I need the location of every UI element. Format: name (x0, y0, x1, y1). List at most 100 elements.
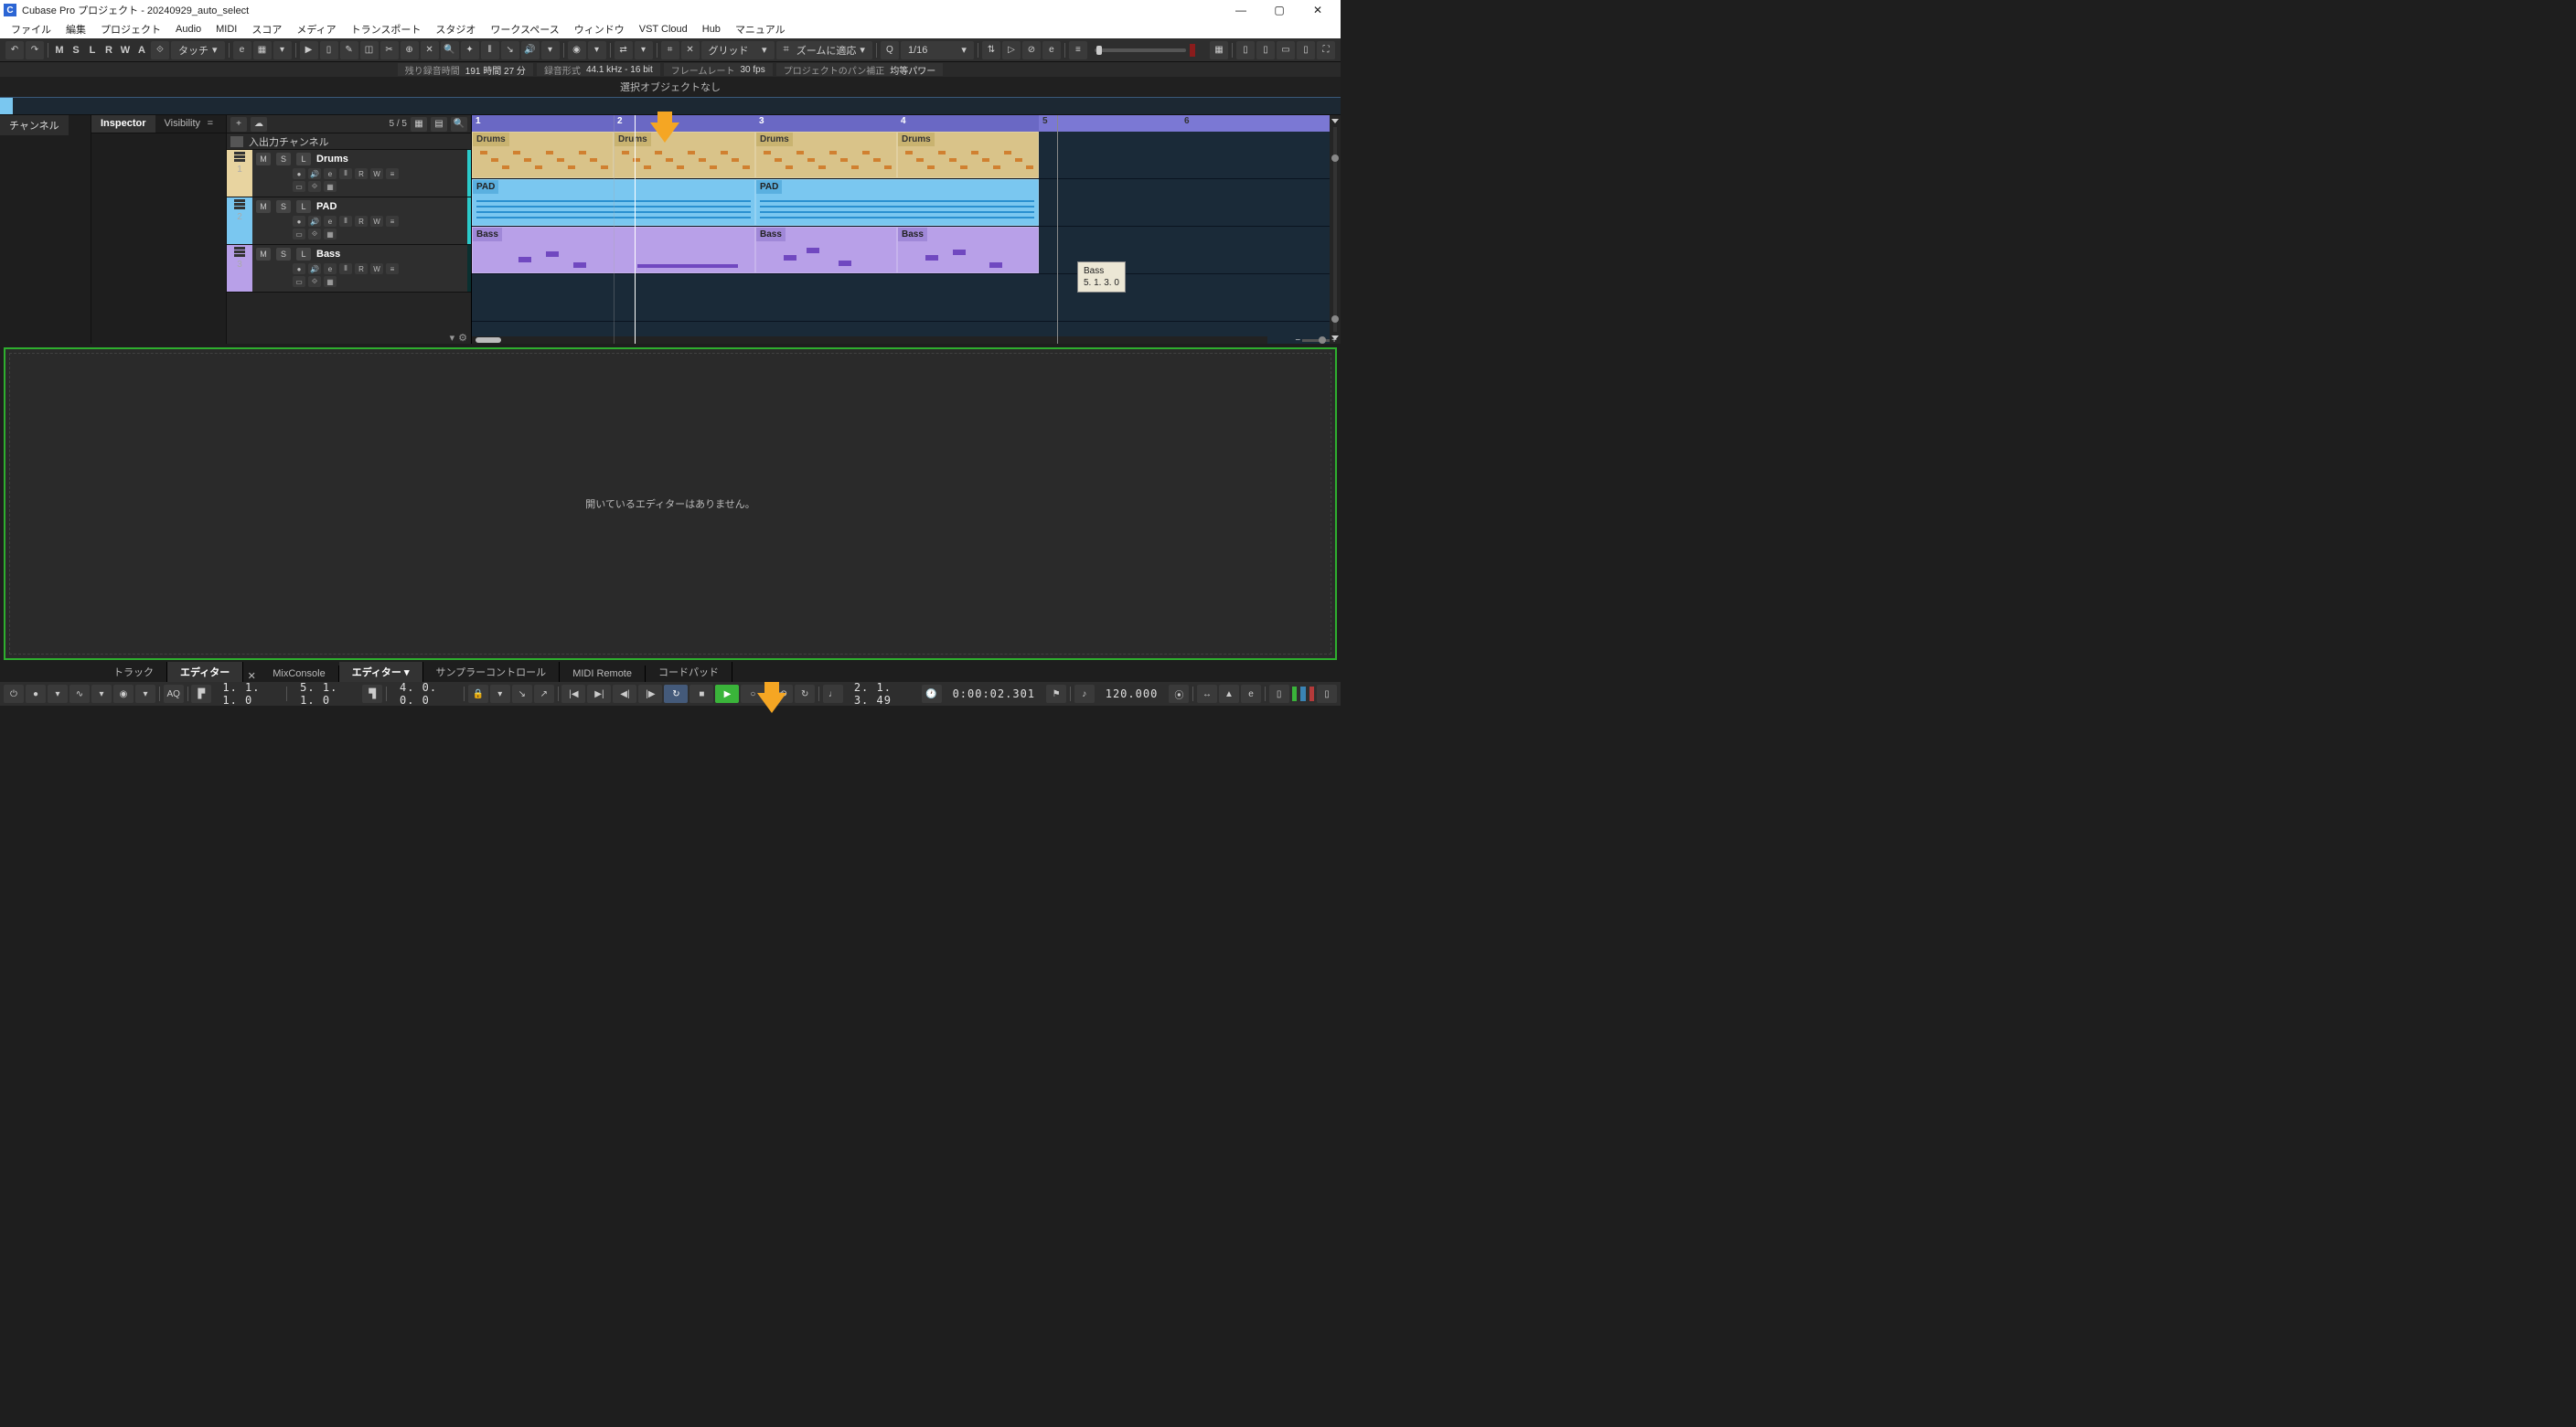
track-write-button[interactable]: W (370, 168, 383, 179)
rewind-button[interactable]: ◀| (613, 685, 636, 703)
tp-wave-dropdown[interactable]: ▾ (91, 685, 112, 703)
filter-button[interactable]: ▦ (411, 117, 427, 132)
stop-button[interactable]: ■ (689, 685, 713, 703)
track-row[interactable]: 1 M S L Drums ● 🔊 e ⦀ R W ≡ (227, 150, 471, 197)
sync-button[interactable]: ↔ (1197, 685, 1217, 703)
snap-toggle[interactable]: ⌗ (661, 41, 679, 59)
split-tool[interactable]: ✂ (380, 41, 399, 59)
menu-file[interactable]: ファイル (4, 22, 59, 37)
track-row[interactable]: 2 M S L PAD ● 🔊 e ⦀ R W ≡ ▭ (227, 197, 471, 245)
zoom-adapt-selector[interactable]: ⌗ズームに適応 ▾ (776, 41, 872, 59)
tab-midi-remote[interactable]: MIDI Remote (560, 666, 646, 682)
track-inserts-button[interactable]: ⦀ (339, 168, 352, 179)
menu-transport[interactable]: トランスポート (344, 22, 429, 37)
time-format-button[interactable]: ♩ (823, 685, 843, 703)
ruler[interactable]: 1 2 3 4 5 6 (472, 115, 1341, 132)
quantize-selector[interactable]: 1/16 ▾ (901, 41, 974, 59)
menu-manual[interactable]: マニュアル (728, 22, 793, 37)
select-tool[interactable]: ▶ (300, 41, 318, 59)
track-record-button[interactable]: ● (293, 216, 305, 227)
write-button[interactable]: W (118, 41, 133, 59)
automation-button[interactable]: A (134, 41, 149, 59)
tempo-display[interactable]: 120.000 (1096, 687, 1168, 700)
snap-type-selector[interactable]: グリッド ▾ (701, 41, 775, 59)
toolbar-icon-2[interactable]: ▷ (1002, 41, 1021, 59)
track-solo-button[interactable]: S (276, 200, 291, 213)
glue-tool[interactable]: ⊕ (401, 41, 419, 59)
suspend-autoscroll-button[interactable]: ▦ (253, 41, 272, 59)
track-solo-button[interactable]: S (276, 248, 291, 261)
part-drums[interactable]: Drums (755, 132, 897, 178)
track-mute-button[interactable]: M (256, 200, 271, 213)
draw-tool[interactable]: ✎ (340, 41, 358, 59)
locator-flag-right[interactable]: ▜ (362, 685, 382, 703)
tracklist-settings-icon[interactable]: ⚙ (458, 332, 467, 344)
arrange-hscroll[interactable] (472, 336, 1267, 344)
menu-hub[interactable]: Hub (695, 24, 728, 35)
redo-button[interactable]: ↷ (26, 41, 44, 59)
track-menu-button[interactable]: ≡ (386, 263, 399, 274)
line-tool[interactable]: ↘ (501, 41, 519, 59)
track-name[interactable]: Bass (316, 249, 340, 260)
cycle-button[interactable]: ↻ (664, 685, 688, 703)
track-monitor-button[interactable]: 🔊 (308, 168, 321, 179)
menu-studio[interactable]: スタジオ (428, 22, 483, 37)
menu-workspace[interactable]: ワークスペース (483, 22, 566, 37)
tp-midi-mode[interactable]: ◉ (113, 685, 134, 703)
track-extra-3[interactable]: ▦ (324, 181, 337, 192)
track-monitor-button[interactable]: 🔊 (308, 263, 321, 274)
color-tool[interactable]: ▾ (541, 41, 560, 59)
track-mute-button[interactable]: M (256, 248, 271, 261)
menu-midi[interactable]: MIDI (208, 24, 244, 35)
track-edit-button[interactable]: e (324, 168, 337, 179)
track-extra-2[interactable]: ⟐ (308, 276, 321, 287)
track-menu-button[interactable]: ≡ (386, 216, 399, 227)
vzoom-slider[interactable] (1333, 127, 1337, 332)
track-read-button[interactable]: R (355, 263, 368, 274)
play-tool[interactable]: 🔊 (521, 41, 540, 59)
tp-rec-dropdown[interactable]: ▾ (48, 685, 68, 703)
punch-dropdown[interactable]: ▾ (490, 685, 510, 703)
track-edit-button[interactable]: e (324, 216, 337, 227)
zone-a-toggle[interactable]: ▯ (1236, 41, 1255, 59)
clock-icon[interactable]: 🕐 (922, 685, 942, 703)
track-name[interactable]: Drums (316, 154, 348, 165)
track-write-button[interactable]: W (370, 216, 383, 227)
track-listen-button[interactable]: L (296, 153, 311, 165)
track-name[interactable]: PAD (316, 201, 337, 212)
track-mute-button[interactable]: M (256, 153, 271, 165)
play-button[interactable]: ▶ (715, 685, 739, 703)
inspector-tab[interactable]: Inspector (91, 115, 155, 133)
part-bass[interactable]: Bass (897, 227, 1039, 273)
song-end-marker[interactable] (1057, 115, 1058, 344)
tracklist-collapse-icon[interactable]: ▾ (450, 332, 455, 344)
menu-edit[interactable]: 編集 (59, 22, 93, 37)
arrange-lane-empty[interactable] (472, 274, 1341, 322)
part-bass[interactable]: Bass (755, 227, 897, 273)
track-extra-3[interactable]: ▦ (324, 229, 337, 240)
menu-score[interactable]: スコア (244, 22, 289, 37)
tap-tempo-button[interactable]: ⦿ (1169, 685, 1189, 703)
tp-record-mode-button[interactable]: ● (26, 685, 46, 703)
range-tool[interactable]: ▯ (320, 41, 338, 59)
track-record-button[interactable]: ● (293, 168, 305, 179)
zone-e-toggle[interactable]: ⛶ (1317, 41, 1335, 59)
forward-button[interactable]: |▶ (638, 685, 662, 703)
part-drums[interactable]: Drums (472, 132, 614, 178)
tab-editor-main[interactable]: エディター ▾ (339, 662, 423, 682)
track-monitor-button[interactable]: 🔊 (308, 216, 321, 227)
tab-chord-pads[interactable]: コードパッド (646, 662, 732, 682)
channel-tab[interactable]: チャンネル (0, 115, 69, 135)
snap-cross[interactable]: ✕ (681, 41, 700, 59)
color-picker[interactable]: ◉ (568, 41, 586, 59)
playhead[interactable] (635, 115, 636, 344)
track-extra-2[interactable]: ⟐ (308, 181, 321, 192)
zone-left-toggle[interactable]: ▦ (1210, 41, 1228, 59)
track-extra-1[interactable]: ▭ (293, 276, 305, 287)
mute-tool[interactable]: ✕ (421, 41, 439, 59)
zone-c-toggle[interactable]: ▭ (1277, 41, 1295, 59)
tp-power-button[interactable]: ⏻ (4, 685, 24, 703)
track-presets-button[interactable]: ☁ (251, 117, 267, 132)
window-maximize[interactable]: ▢ (1260, 0, 1299, 20)
window-minimize[interactable]: — (1222, 0, 1260, 20)
